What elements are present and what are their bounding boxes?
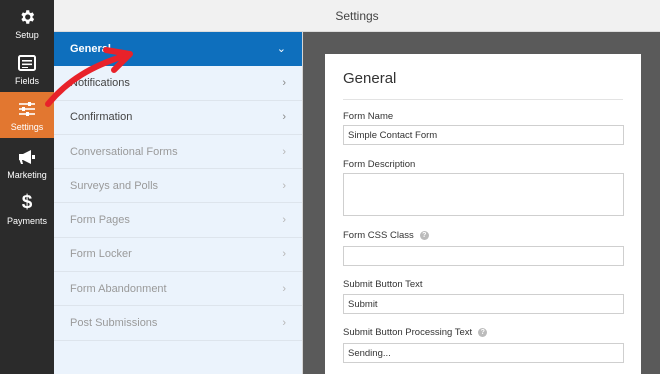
panel-label: Form Abandonment	[70, 282, 167, 295]
label-text: Form CSS Class	[343, 230, 414, 241]
chevron-right-icon: ›	[282, 179, 286, 192]
builder-sidebar: Setup Fields Settings Marketing $ Paymen…	[0, 0, 54, 374]
submit-processing-text-label: Submit Button Processing Text ?	[343, 327, 488, 338]
form-css-class-input[interactable]	[343, 246, 624, 266]
chevron-right-icon: ›	[282, 145, 286, 158]
general-settings-card: General Form Name Form Description Form …	[325, 54, 641, 374]
chevron-down-icon: ⌄	[276, 43, 286, 56]
panel-label: Conversational Forms	[70, 145, 178, 158]
chevron-right-icon: ›	[282, 317, 286, 330]
sidebar-item-payments[interactable]: $ Payments	[0, 186, 54, 232]
sidebar-item-settings[interactable]: Settings	[0, 92, 54, 138]
gear-icon	[17, 7, 37, 27]
sidebar-item-label: Setup	[15, 29, 39, 40]
megaphone-icon	[17, 147, 37, 167]
panel-form-abandonment[interactable]: Form Abandonment ›	[54, 272, 302, 307]
chevron-right-icon: ›	[282, 76, 286, 89]
panel-notifications[interactable]: Notifications ›	[54, 66, 302, 101]
help-icon[interactable]: ?	[478, 328, 488, 337]
panel-label: General	[70, 42, 111, 55]
submit-processing-text-input[interactable]	[343, 343, 624, 363]
panel-label: Surveys and Polls	[70, 179, 159, 192]
panel-label: Form Pages	[70, 214, 130, 227]
panel-general[interactable]: General ⌄	[54, 32, 302, 67]
settings-panel-list: General ⌄ Notifications › Confirmation ›…	[54, 32, 303, 374]
chevron-right-icon: ›	[282, 248, 286, 261]
form-name-label: Form Name	[343, 111, 393, 122]
divider	[343, 99, 623, 100]
settings-header: Settings	[54, 0, 660, 32]
panel-label: Form Locker	[70, 248, 132, 261]
fields-icon	[17, 53, 37, 73]
panel-conversational-forms[interactable]: Conversational Forms ›	[54, 135, 302, 170]
page-title: Settings	[335, 8, 379, 23]
panel-surveys-and-polls[interactable]: Surveys and Polls ›	[54, 169, 302, 204]
chevron-right-icon: ›	[282, 111, 286, 124]
chevron-right-icon: ›	[282, 282, 286, 295]
label-text: Submit Button Text	[343, 279, 423, 290]
panel-form-pages[interactable]: Form Pages ›	[54, 203, 302, 238]
sidebar-item-label: Settings	[10, 121, 44, 132]
dollar-icon: $	[21, 191, 33, 213]
sliders-icon	[17, 99, 37, 119]
label-text: Form Description	[343, 159, 416, 170]
form-name-input[interactable]	[343, 125, 624, 145]
chevron-right-icon: ›	[282, 214, 286, 227]
sidebar-item-marketing[interactable]: Marketing	[0, 140, 54, 186]
sidebar-item-label: Marketing	[7, 169, 47, 180]
panel-label: Post Submissions	[70, 317, 158, 330]
panel-label: Notifications	[70, 76, 130, 89]
form-description-label: Form Description	[343, 159, 415, 170]
panel-post-submissions[interactable]: Post Submissions ›	[54, 306, 302, 341]
section-title: General	[343, 70, 397, 87]
panel-form-locker[interactable]: Form Locker ›	[54, 238, 302, 273]
settings-content: General Form Name Form Description Form …	[304, 32, 660, 374]
sidebar-item-setup[interactable]: Setup	[0, 0, 54, 46]
panel-confirmation[interactable]: Confirmation ›	[54, 101, 302, 135]
label-text: Form Name	[343, 111, 394, 122]
help-icon[interactable]: ?	[419, 231, 429, 240]
panel-label: Confirmation	[70, 111, 133, 124]
sidebar-item-label: Fields	[14, 75, 39, 86]
form-description-textarea[interactable]	[343, 173, 624, 216]
label-text: Submit Button Processing Text	[343, 327, 473, 338]
form-css-class-label: Form CSS Class ?	[343, 230, 429, 241]
sidebar-item-fields[interactable]: Fields	[0, 46, 54, 92]
sidebar-item-label: Payments	[6, 215, 48, 226]
submit-button-text-label: Submit Button Text	[343, 279, 423, 290]
submit-button-text-input[interactable]	[343, 294, 624, 314]
